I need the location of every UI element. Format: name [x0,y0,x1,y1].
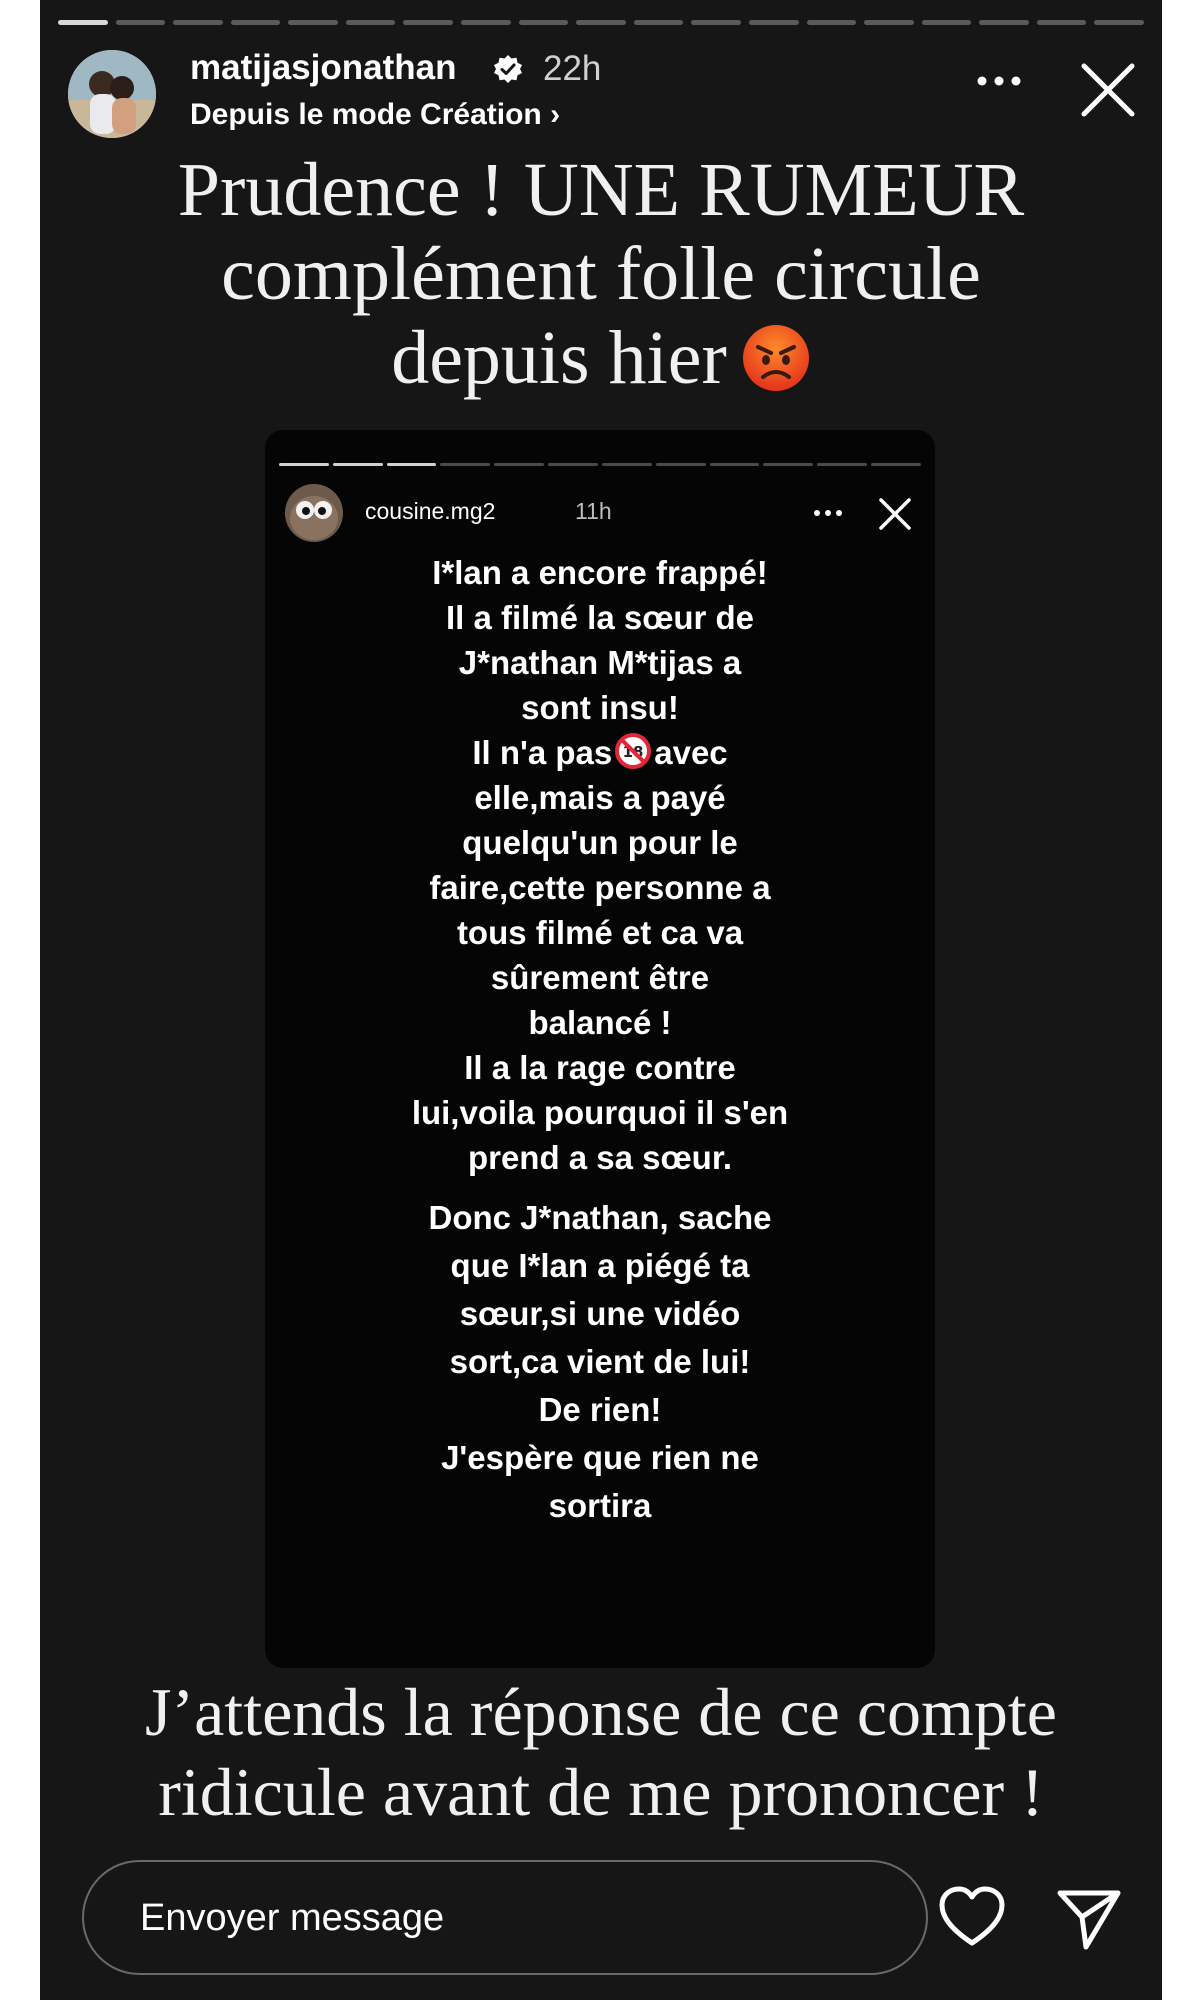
progress-segment [806,20,857,25]
avatar[interactable] [68,50,156,138]
text-line: sortira [548,1487,652,1524]
progress-segment [279,463,329,466]
story-progress-bar [58,20,1144,26]
story-time: 22h [543,49,602,88]
story-footer-text: J’attends la réponse de ce compte ridicu… [40,1672,1162,1832]
footer-line: ridicule avant de me prononcer ! [158,1754,1044,1830]
text-fragment: avec [654,734,728,771]
embedded-close-icon [879,498,911,530]
progress-segment [403,20,454,25]
progress-segment [921,20,972,25]
text-line: prend a sa sœur. [467,1139,733,1176]
progress-segment [709,463,760,466]
progress-segment [601,463,652,466]
message-input[interactable] [138,1862,902,1975]
send-icon[interactable] [1056,1885,1122,1951]
text-line: lui,voila pourquoi il s'en [411,1094,789,1131]
story-headline: Prudence ! UNE RUMEUR complément folle c… [40,148,1162,401]
progress-segment [763,463,814,466]
creation-mode-link[interactable]: Depuis le mode Création › [190,98,560,132]
progress-segment [115,20,166,25]
progress-segment [655,463,706,466]
text-line: quelqu'un pour le [462,824,738,861]
story-username[interactable]: matijasjonathan [190,48,456,88]
progress-segment [230,20,281,25]
story-viewer: matijasjonathan 22h Depuis le mode Créat… [40,0,1162,2000]
progress-segment [691,20,741,25]
text-line: sœur,si une vidéo [459,1295,741,1332]
embedded-avatar [285,484,343,542]
text-line: sûrement être [490,959,710,996]
text-line: que I*lan a piégé ta [450,1247,750,1284]
text-line: sont insu! [521,689,679,726]
angry-face-emoji [742,324,809,391]
headline-line: complément folle circule [221,232,981,316]
no-under-18-emoji: 18 [615,733,652,770]
progress-segment [173,20,223,25]
text-line: J*nathan M*tijas a [458,644,742,681]
progress-segment [633,20,684,25]
embedded-progress-bar [279,463,921,467]
text-line: I*lan a encore frappé! [432,554,768,591]
close-icon[interactable] [1078,60,1138,120]
text-line: balancé ! [528,1004,672,1041]
text-line: elle,mais a payé [474,779,726,816]
progress-segment [864,20,914,25]
progress-segment [461,20,511,25]
text-line: J'espère que rien ne [441,1439,759,1476]
embedded-time: 11h [575,498,612,524]
progress-segment [979,20,1029,25]
footer-line: J’attends la réponse de ce compte [145,1674,1057,1750]
more-icon[interactable] [975,74,1023,88]
embedded-story-text: I*lan a encore frappé! Il a filmé la sœu… [265,550,935,1530]
text-line: sort,ca vient de lui! [449,1343,751,1380]
progress-segment [1094,20,1144,25]
progress-segment [817,463,868,466]
headline-line-last: depuis hier [40,316,1162,401]
progress-segment [576,20,626,25]
text-line: tous filmé et ca va [456,914,744,951]
progress-segment [548,463,598,466]
progress-segment [494,463,545,466]
progress-segment [440,463,491,466]
embedded-username: cousine.mg2 [365,498,496,524]
embedded-story-screenshot: cousine.mg2 11h I*lan a encore frappé! I… [265,430,935,1668]
progress-segment [58,20,108,25]
progress-segment [288,20,338,25]
reply-field[interactable] [82,1860,928,1975]
progress-segment [386,463,437,466]
text-line: faire,cette personne a [429,869,771,906]
progress-segment [332,463,383,466]
embedded-paragraph: Donc J*nathan, sache que I*lan a piégé t… [390,1194,810,1530]
progress-segment [871,463,921,466]
progress-segment [345,20,396,25]
headline-line: Prudence ! UNE RUMEUR [177,148,1025,232]
text-line: Il a la rage contre [464,1049,736,1086]
headline-line-text: depuis hier [391,316,727,400]
progress-segment [748,20,799,25]
text-fragment: Il n'a pas [472,734,613,771]
text-line: Il a filmé la sœur de [445,599,755,636]
text-line: Donc J*nathan, sache [428,1199,772,1236]
heart-icon[interactable] [938,1885,1006,1949]
progress-segment [1036,20,1087,25]
progress-segment [518,20,569,25]
embedded-more-icon [814,510,842,516]
embedded-paragraph: I*lan a encore frappé! Il a filmé la sœu… [390,550,810,1180]
text-line: De rien! [538,1391,662,1428]
verified-badge-icon [494,55,522,83]
text-line-with-emoji: Il n'a pas 18 avec [390,730,810,775]
